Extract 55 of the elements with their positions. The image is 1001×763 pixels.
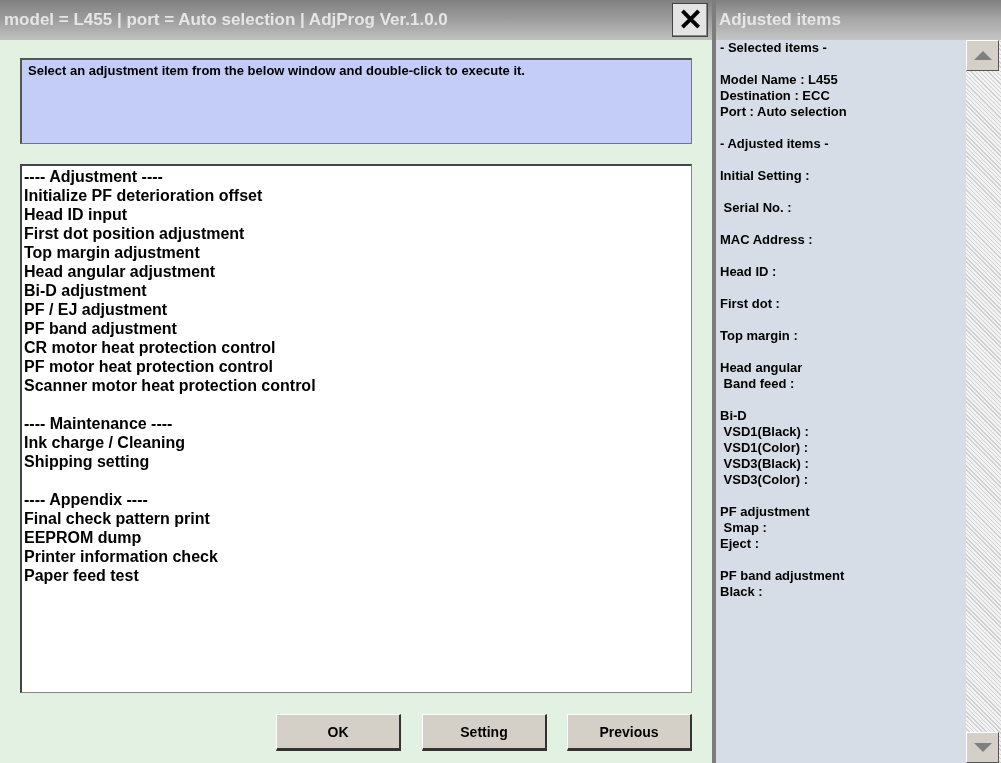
info-line: PF adjustment — [720, 504, 810, 520]
window-title: model = L455 | port = Auto selection | AdjProg Ver.1.0.0 — [4, 10, 448, 30]
info-line: Smap : — [722, 520, 767, 536]
list-item[interactable]: Scanner motor heat protection control — [24, 376, 316, 395]
info-line: Black : — [720, 584, 763, 600]
panel-title: Adjusted items — [719, 10, 841, 30]
list-item[interactable]: Head ID input — [24, 205, 128, 224]
info-line: MAC Address : — [720, 232, 813, 248]
info-line: Initial Setting : — [720, 168, 810, 184]
list-item[interactable]: Ink charge / Cleaning — [24, 433, 185, 452]
list-item[interactable]: Shipping setting — [24, 452, 150, 471]
info-line: First dot : — [720, 296, 780, 312]
info-line: Eject : — [720, 536, 759, 552]
list-item[interactable]: Bi-D adjustment — [24, 281, 147, 300]
instruction-text: Select an adjustment item from the below window and double-click to execute it. — [20, 58, 692, 144]
scrollbar[interactable] — [966, 40, 1001, 763]
info-line: Head ID : — [720, 264, 777, 280]
info-line: Bi-D — [720, 408, 747, 424]
section-header: ---- Maintenance ---- — [24, 414, 173, 433]
info-line: VSD3(Black) : — [722, 456, 809, 472]
info-line: Destination : ECC — [720, 88, 830, 104]
info-line: - Selected items - — [720, 40, 827, 56]
list-item[interactable]: PF / EJ adjustment — [24, 300, 168, 319]
list-item[interactable]: PF motor heat protection control — [24, 357, 273, 376]
list-item[interactable]: Top margin adjustment — [24, 243, 200, 262]
list-item[interactable]: EEPROM dump — [24, 528, 142, 547]
dialog-button[interactable]: Previous — [567, 714, 692, 751]
list-item[interactable]: Paper feed test — [24, 566, 139, 585]
info-line: Head angular — [720, 360, 803, 376]
info-line: Model Name : L455 — [720, 72, 838, 88]
close-button[interactable]: ✕ — [672, 3, 708, 37]
list-item[interactable]: Initialize PF deterioration offset — [24, 186, 263, 205]
info-line: Band feed : — [722, 376, 795, 392]
info-line: PF band adjustment — [720, 568, 845, 584]
scroll-down-button[interactable] — [966, 732, 999, 763]
dialog-button[interactable]: OK — [276, 714, 401, 751]
section-header: ---- Appendix ---- — [24, 490, 148, 509]
list-item[interactable]: CR motor heat protection control — [24, 338, 276, 357]
scroll-up-button[interactable] — [966, 40, 999, 71]
info-line: Port : Auto selection — [720, 104, 847, 120]
dialog-button[interactable]: Setting — [422, 714, 547, 751]
list-item[interactable]: PF band adjustment — [24, 319, 177, 338]
info-line: - Adjusted items - — [720, 136, 829, 152]
up-arrow-icon — [973, 51, 992, 60]
list-item[interactable]: Final check pattern print — [24, 509, 210, 528]
list-item[interactable]: Printer information check — [24, 547, 218, 566]
info-line: VSD1(Color) : — [722, 440, 809, 456]
list-item[interactable]: First dot position adjustment — [24, 224, 245, 243]
info-line: Top margin : — [720, 328, 798, 344]
section-header: ---- Adjustment ---- — [24, 167, 163, 186]
down-arrow-icon — [973, 743, 992, 752]
list-item[interactable]: Head angular adjustment — [24, 262, 216, 281]
info-line: Serial No. : — [722, 200, 792, 216]
info-line: VSD3(Color) : — [722, 472, 809, 488]
info-line: VSD1(Black) : — [722, 424, 809, 440]
